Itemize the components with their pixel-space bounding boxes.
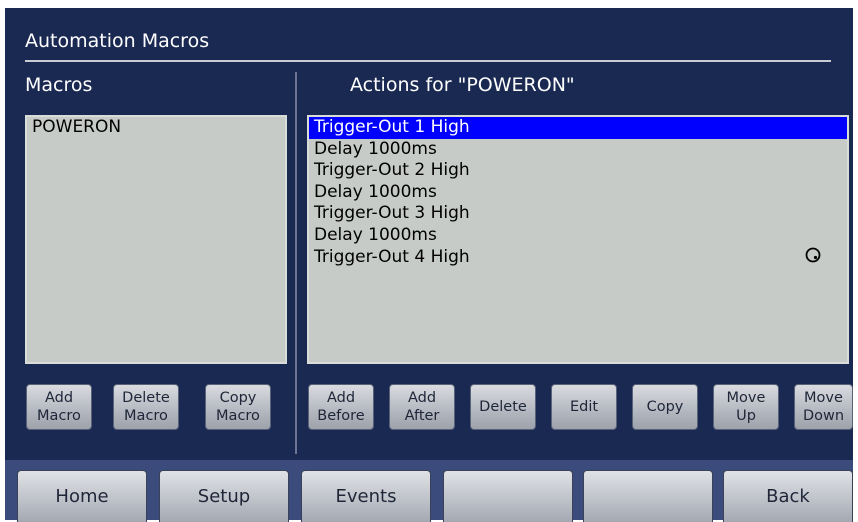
- copy-action-button[interactable]: Copy: [632, 384, 698, 430]
- page-title: Automation Macros: [25, 30, 210, 52]
- nav-blank-button-1[interactable]: [443, 470, 573, 522]
- list-item[interactable]: Delay 1000ms: [309, 225, 847, 247]
- add-after-button[interactable]: Add After: [389, 384, 455, 430]
- macros-list[interactable]: POWERON: [25, 115, 287, 364]
- nav-back-button[interactable]: Back: [723, 470, 853, 522]
- list-item[interactable]: POWERON: [27, 117, 285, 139]
- copy-macro-button[interactable]: Copy Macro: [205, 384, 271, 430]
- panel-divider: [295, 72, 297, 454]
- actions-label: Actions for "POWERON": [350, 74, 575, 96]
- move-up-button[interactable]: Move Up: [713, 384, 779, 430]
- nav-blank-button-2[interactable]: [583, 470, 713, 522]
- nav-home-button[interactable]: Home: [17, 470, 147, 522]
- edit-action-button[interactable]: Edit: [551, 384, 617, 430]
- list-item[interactable]: Trigger-Out 1 High: [309, 117, 847, 139]
- add-before-button[interactable]: Add Before: [308, 384, 374, 430]
- delete-action-button[interactable]: Delete: [470, 384, 536, 430]
- screen: Automation Macros Macros Actions for "PO…: [5, 8, 853, 522]
- list-item[interactable]: Delay 1000ms: [309, 139, 847, 161]
- list-item[interactable]: Trigger-Out 4 High: [309, 247, 847, 269]
- list-item[interactable]: Trigger-Out 2 High: [309, 160, 847, 182]
- list-item[interactable]: Trigger-Out 3 High: [309, 203, 847, 225]
- add-macro-button[interactable]: Add Macro: [26, 384, 92, 430]
- nav-setup-button[interactable]: Setup: [159, 470, 289, 522]
- actions-list[interactable]: Trigger-Out 1 High Delay 1000ms Trigger-…: [307, 115, 849, 364]
- nav-events-button[interactable]: Events: [301, 470, 431, 522]
- move-down-button[interactable]: Move Down: [794, 384, 853, 430]
- macros-label: Macros: [25, 74, 93, 96]
- list-item[interactable]: Delay 1000ms: [309, 182, 847, 204]
- title-divider: [25, 60, 831, 62]
- delete-macro-button[interactable]: Delete Macro: [113, 384, 179, 430]
- cursor-circle-icon: [805, 247, 821, 263]
